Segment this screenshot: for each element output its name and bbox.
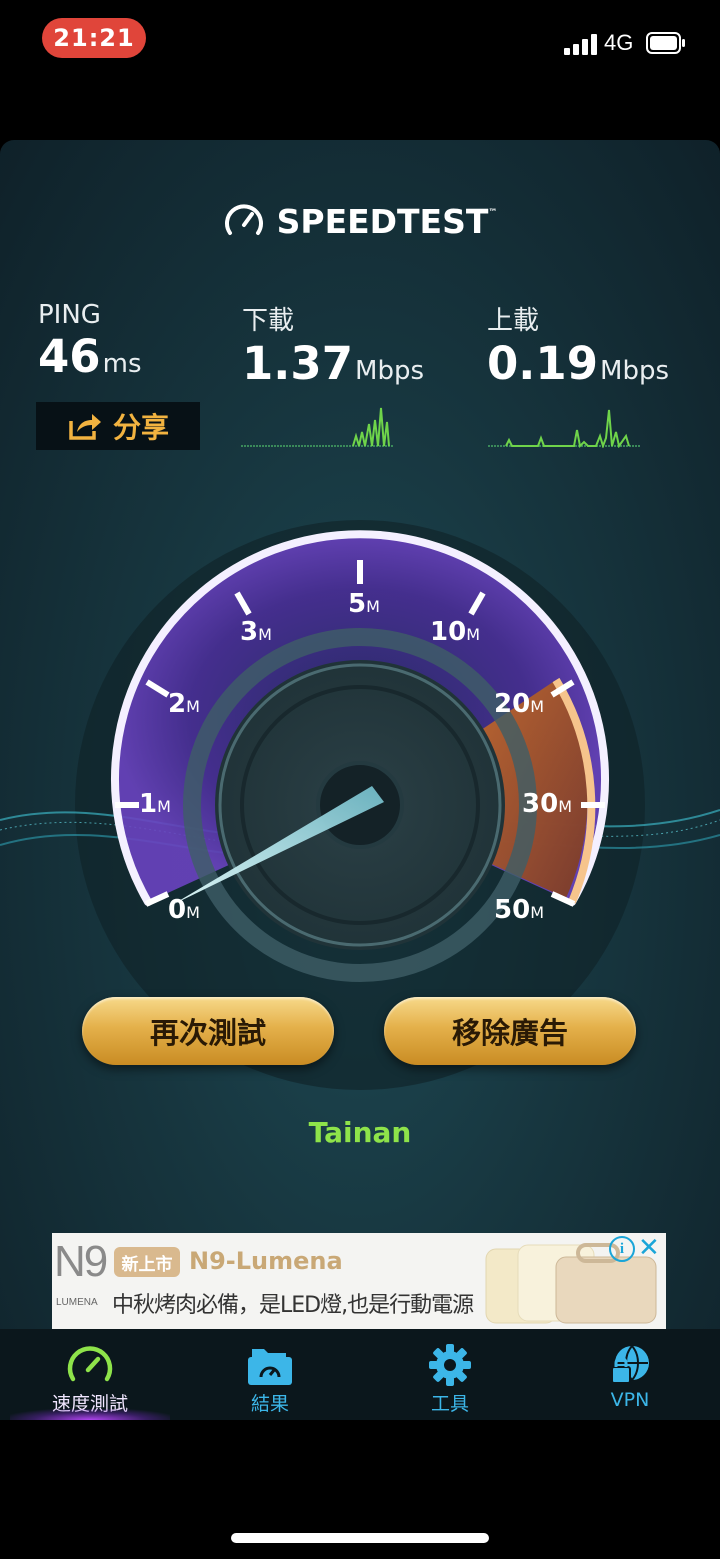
server-name[interactable]: Tainan [0, 1116, 720, 1149]
download-unit: Mbps [355, 356, 425, 386]
upload-label: 上載 [487, 306, 540, 336]
download-metric: 下載 1.37Mbps [242, 300, 424, 390]
vpn-globe-lock-icon [611, 1345, 649, 1384]
tab-vpn[interactable]: VPN [540, 1329, 720, 1420]
upload-value: 0.19 [487, 337, 599, 390]
tab-speed-test[interactable]: 速度測試 [0, 1329, 180, 1420]
tab-tools[interactable]: 工具 [360, 1329, 540, 1420]
download-sparkline [241, 407, 393, 447]
share-button[interactable]: 分享 [36, 402, 200, 450]
ad-brand-small: LUMENA [56, 1297, 98, 1308]
logo-text: SPEEDTEST™ [276, 201, 498, 241]
gear-icon [429, 1344, 471, 1386]
ad-subline: 中秋烤肉必備，是LED燈,也是行動電源 [112, 1293, 474, 1318]
ad-headline: N9-Lumena [189, 1247, 343, 1275]
ad-brand: N9 [54, 1237, 108, 1286]
remove-ads-button[interactable]: 移除廣告 [384, 997, 636, 1065]
ping-value: 46 [38, 330, 101, 383]
results-folder-icon [248, 1349, 292, 1385]
speedtest-logo-icon [224, 204, 263, 235]
speedometer-icon [67, 1346, 113, 1382]
download-label: 下載 [242, 306, 295, 336]
ping-metric: PING 46ms [38, 300, 142, 383]
ad-close-icon[interactable]: ✕ [638, 1233, 660, 1263]
share-icon [69, 414, 101, 440]
speedtest-logo: SPEEDTEST™ [0, 196, 720, 246]
download-value: 1.37 [242, 337, 354, 390]
active-tab-glow [10, 1409, 170, 1420]
tab-results-label: 結果 [250, 1393, 289, 1415]
ping-unit: ms [102, 349, 142, 379]
tab-results[interactable]: 結果 [180, 1329, 360, 1420]
network-type: 4G [604, 30, 634, 55]
speedtest-app: SPEEDTEST™ PING 46ms 下載 1.37Mbps 上載 0.19… [0, 140, 720, 1420]
battery-icon [646, 32, 685, 54]
cellular-signal-icon [564, 33, 598, 55]
upload-metric: 上載 0.19Mbps [487, 300, 669, 390]
status-bar: 21:21 4G [0, 0, 720, 80]
bottom-tab-bar: 速度測試 結果 工具 VPN [0, 1329, 720, 1420]
ad-product-image [485, 1243, 657, 1324]
share-label: 分享 [112, 411, 169, 444]
tab-vpn-label: VPN [610, 1389, 650, 1411]
upload-sparkline [488, 409, 640, 448]
upload-unit: Mbps [600, 356, 670, 386]
status-time: 21:21 [42, 18, 146, 58]
tab-tools-label: 工具 [430, 1393, 469, 1415]
ad-banner[interactable]: N9 LUMENA 新上市 N9-Lumena 中秋烤肉必備，是LED燈,也是行… [52, 1233, 666, 1329]
ad-new-tag: 新上市 [114, 1247, 180, 1277]
ping-label: PING [38, 300, 101, 330]
retest-button[interactable]: 再次測試 [82, 997, 334, 1065]
home-indicator[interactable] [231, 1533, 489, 1543]
ad-info-icon[interactable]: i [609, 1236, 635, 1262]
